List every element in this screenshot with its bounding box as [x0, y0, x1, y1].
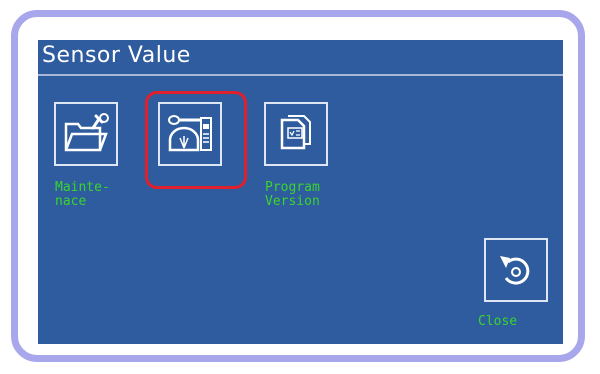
- program-version-label-line1: Program: [265, 180, 320, 195]
- program-version-label-line2: Version: [265, 194, 320, 209]
- program-version-button[interactable]: [264, 102, 328, 166]
- maintenance-label-line1: Mainte-: [55, 180, 110, 195]
- close-button[interactable]: [484, 238, 548, 302]
- return-arrow-icon: [500, 256, 530, 285]
- folder-wrench-icon: [64, 113, 109, 152]
- device-screen: Sensor Value Mainte- nace Program Versio…: [38, 40, 563, 344]
- close-label: Close: [478, 314, 518, 329]
- maintenance-button[interactable]: [54, 102, 118, 166]
- maintenance-label-line2: nace: [55, 194, 87, 209]
- title-bar: Sensor Value: [38, 40, 563, 76]
- sensor-value-button[interactable]: [158, 102, 222, 166]
- document-version-icon: [280, 115, 311, 150]
- meter-sensor-icon: [168, 115, 212, 152]
- page-title: Sensor Value: [42, 43, 191, 68]
